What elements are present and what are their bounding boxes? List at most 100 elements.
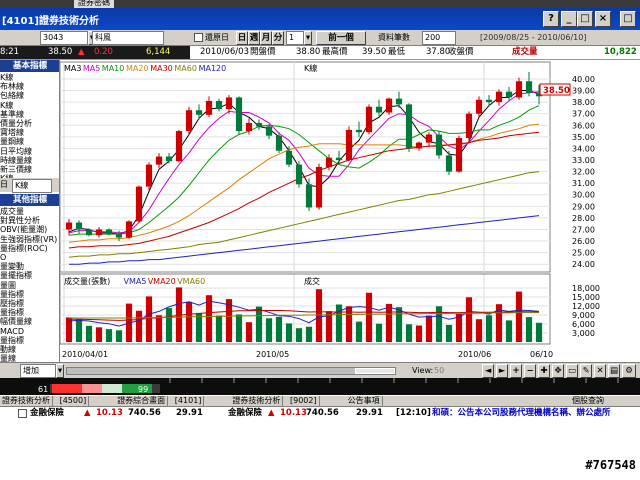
volume-bar-34 bbox=[405, 324, 413, 342]
volume-bar-38 bbox=[445, 324, 453, 342]
price-tick-5: 35.00 bbox=[572, 133, 595, 142]
period-month-button[interactable]: 月 bbox=[260, 31, 272, 45]
arrow-left-icon[interactable]: ◄ bbox=[482, 364, 494, 378]
arrow-right-icon[interactable]: ► bbox=[496, 364, 508, 378]
candle-body-23 bbox=[295, 164, 303, 185]
zoom-out-icon[interactable]: − bbox=[524, 364, 536, 378]
period-week-button[interactable]: 週 bbox=[248, 31, 260, 45]
candle-body-21 bbox=[275, 135, 283, 151]
pan-icon[interactable]: ✥ bbox=[552, 364, 564, 378]
candle-body-43 bbox=[495, 91, 503, 103]
candle-body-28 bbox=[345, 129, 353, 160]
ma-legend-item-2: MA10 bbox=[102, 64, 125, 73]
dark-indicator-bar: 61 99 bbox=[0, 378, 640, 395]
toolbar: 3043 ▾ 科風 還原日 日 週 月 分 1 ▾ 前一個 資料筆數 200 [… bbox=[0, 30, 640, 46]
volume-tag: 成交 bbox=[304, 276, 320, 286]
basic-indicators-header: 基本指標 bbox=[0, 60, 59, 72]
candle-body-38 bbox=[445, 155, 453, 172]
draw-icon[interactable]: ✎ bbox=[580, 364, 592, 378]
low-label: 最低 bbox=[388, 47, 406, 57]
volume-bar-46 bbox=[525, 317, 533, 342]
zoom-in-icon[interactable]: + bbox=[510, 364, 522, 378]
candle-body-1 bbox=[75, 222, 83, 230]
sidebar-item-other-16[interactable]: 量線 bbox=[0, 354, 16, 362]
ma-legend-item-3: MA20 bbox=[126, 64, 149, 73]
quote-time: 8:21 bbox=[0, 47, 20, 57]
candle-body-4 bbox=[105, 229, 113, 235]
maximize-button[interactable]: □ bbox=[577, 11, 593, 27]
volume-tick-2: 12,000 bbox=[572, 302, 600, 311]
candle-body-11 bbox=[175, 131, 183, 162]
restore-checkbox[interactable] bbox=[194, 33, 203, 42]
vol-legend-item-0: 成交量(張數) bbox=[64, 276, 110, 286]
chart-background bbox=[60, 60, 610, 362]
top-tab[interactable]: 證券密碼 bbox=[74, 0, 114, 8]
ticker-chg-1: 29.91 bbox=[176, 408, 203, 418]
sidebar-item-other-4[interactable]: 量指標(ROC) bbox=[0, 244, 48, 254]
data-count-input[interactable]: 200 bbox=[422, 31, 456, 45]
quote-change: 0.20 bbox=[94, 47, 113, 57]
ma-legend-item-1: MA5 bbox=[83, 64, 100, 73]
volume-tick-4: 6,000 bbox=[572, 320, 595, 329]
volume-bar-20 bbox=[265, 318, 273, 342]
select-icon[interactable]: ▭ bbox=[566, 364, 578, 378]
settings-icon[interactable]: ⚙ bbox=[622, 364, 636, 378]
period-minute-button[interactable]: 分 bbox=[272, 31, 284, 45]
volume-bar-29 bbox=[355, 321, 363, 342]
stock-code-input[interactable]: 3043 bbox=[40, 31, 88, 45]
ticker-checkbox[interactable] bbox=[18, 409, 27, 418]
candle-body-30 bbox=[365, 106, 373, 133]
ticker-news[interactable]: 和碩：公告本公司股務代理機構名稱、辦公處所 bbox=[432, 407, 638, 420]
ticker-name-1: 金融保險 bbox=[30, 408, 65, 418]
add-indicator-select[interactable]: 增加 bbox=[20, 364, 56, 378]
period-dropdown-arrow-icon[interactable]: ▾ bbox=[304, 31, 312, 45]
add-dropdown-arrow-icon[interactable]: ▾ bbox=[56, 364, 64, 378]
price-tag: 38.50 bbox=[539, 83, 571, 96]
volume-bar-10 bbox=[165, 308, 173, 342]
volume-bar-5 bbox=[115, 330, 123, 342]
prev-stock-button[interactable]: 前一個 bbox=[316, 31, 366, 45]
candle-body-41 bbox=[475, 99, 483, 114]
high-label: 最高價 bbox=[322, 47, 348, 57]
candle-body-34 bbox=[405, 104, 413, 149]
view-value: 50 bbox=[434, 366, 445, 375]
window-tabs: 證券技術分析 [4500] 證券綜合畫面 [4101] 證券技術分析 [9002] 公告事項… bbox=[0, 395, 640, 407]
crosshair-icon[interactable]: ✚ bbox=[538, 364, 550, 378]
volume-bar-23 bbox=[295, 328, 303, 342]
volume-bar-37 bbox=[435, 306, 443, 342]
candle-body-7 bbox=[135, 186, 143, 222]
candle-body-39 bbox=[455, 138, 463, 172]
close-label: 收盤價 bbox=[448, 47, 474, 57]
stock-query-tab[interactable]: 個股查詢 bbox=[572, 396, 604, 406]
top-strip: 證券密碼 bbox=[0, 0, 640, 8]
low-value: 37.80 bbox=[426, 47, 451, 57]
volume-bar-15 bbox=[215, 315, 223, 342]
other-indicators-header: 其他指標 bbox=[0, 194, 59, 206]
scrollbar-thumb[interactable] bbox=[355, 368, 395, 374]
price-axis-ticks: 40.00 39.00 38.00 37.00 36.00 35.00 34.00 33.00… bbox=[572, 75, 595, 269]
print-icon[interactable]: ▤ bbox=[608, 364, 620, 378]
kline-period-select[interactable]: K線 bbox=[12, 179, 52, 193]
candle-body-46 bbox=[525, 81, 533, 93]
candle-body-19 bbox=[255, 122, 263, 127]
volume-bar-36 bbox=[425, 315, 433, 342]
price-tick-0: 40.00 bbox=[572, 75, 595, 84]
date-tick-2: 2010/06 bbox=[458, 350, 491, 359]
close-button[interactable]: × bbox=[595, 11, 611, 27]
candle-body-13 bbox=[195, 110, 203, 115]
chart-scrollbar[interactable] bbox=[66, 367, 396, 375]
volume-bar-45 bbox=[515, 291, 523, 342]
up-triangle-icon: ▲ bbox=[84, 408, 91, 418]
volume-bar-25 bbox=[315, 289, 323, 342]
extra-window-button[interactable]: □ bbox=[620, 11, 636, 27]
volume-bar-35 bbox=[415, 325, 423, 342]
volume-bar-30 bbox=[365, 292, 373, 342]
minimize-button[interactable]: _ bbox=[561, 11, 577, 27]
period-day-button[interactable]: 日 bbox=[236, 31, 248, 45]
strength-value-b: 99 bbox=[138, 385, 148, 394]
help-button[interactable]: ? bbox=[543, 11, 559, 27]
ticker-chg-2: 29.91 bbox=[356, 408, 383, 418]
clear-icon[interactable]: ✕ bbox=[594, 364, 606, 378]
volume-value: 10,822 bbox=[604, 47, 637, 57]
period-select[interactable]: 1 bbox=[286, 31, 304, 45]
